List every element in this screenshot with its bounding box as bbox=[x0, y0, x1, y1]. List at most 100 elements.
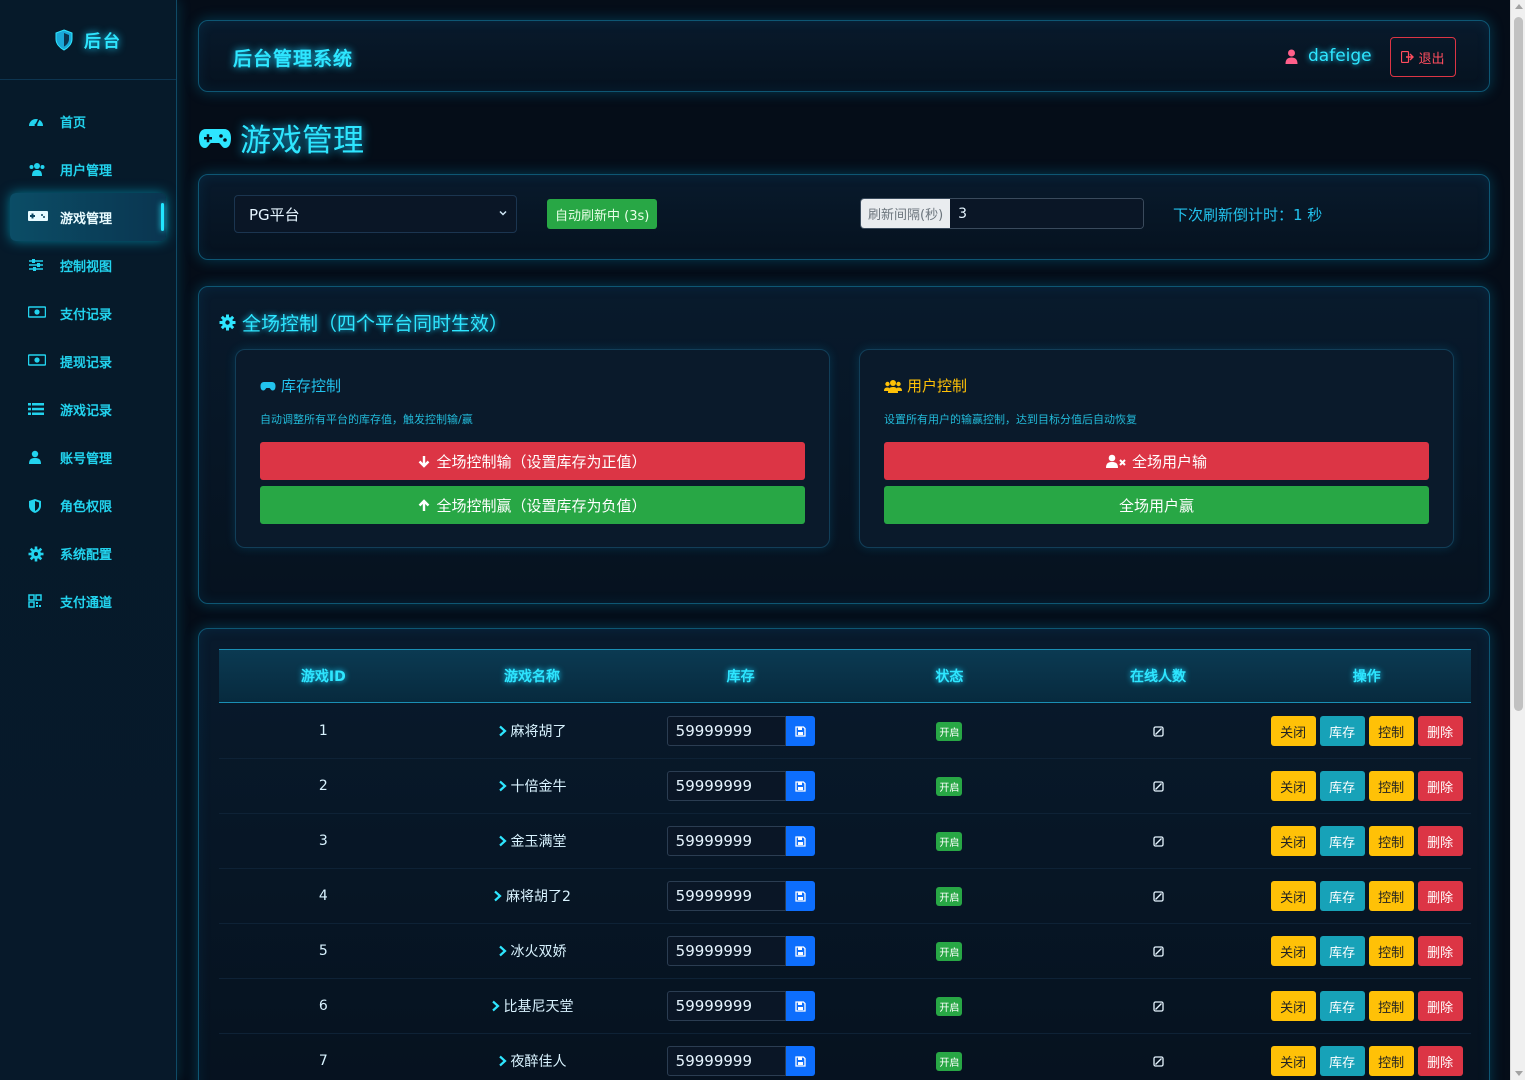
control-game-button[interactable]: 控制 bbox=[1368, 716, 1414, 746]
sidebar-item-label: 支付通道 bbox=[60, 595, 113, 611]
sidebar-item-1[interactable]: 用户管理 bbox=[0, 145, 176, 193]
auto-refresh-badge[interactable]: 自动刷新中 (3s) bbox=[547, 199, 658, 229]
stock-game-button[interactable]: 库存 bbox=[1319, 1046, 1365, 1076]
stock-control-card: 库存控制 自动调整所有平台的库存值，触发控制输/赢 全场控制输（设置库存为正值）… bbox=[235, 349, 830, 548]
platform-select[interactable]: PG平台 bbox=[234, 195, 517, 233]
game-name-cell[interactable]: 金玉满堂 bbox=[428, 831, 637, 851]
user-control-card: 用户控制 设置所有用户的输赢控制，达到目标分值后自动恢复 全场用户输 全场用户赢 bbox=[859, 349, 1454, 548]
gear-icon bbox=[219, 314, 236, 331]
save-stock-button[interactable] bbox=[785, 716, 815, 746]
refresh-interval-input[interactable]: 3 bbox=[950, 199, 1143, 228]
stock-input[interactable]: 59999999 bbox=[666, 936, 786, 966]
close-game-button[interactable]: 关闭 bbox=[1270, 936, 1316, 966]
stock-input[interactable]: 59999999 bbox=[666, 826, 786, 856]
close-game-button[interactable]: 关闭 bbox=[1270, 826, 1316, 856]
sidebar-item-9[interactable]: 系统配置 bbox=[0, 529, 176, 577]
gamepad-icon bbox=[28, 210, 48, 224]
game-name-cell[interactable]: 比基尼天堂 bbox=[428, 996, 637, 1016]
status-cell: 开启 bbox=[845, 776, 1054, 796]
delete-game-button[interactable]: 删除 bbox=[1417, 881, 1463, 911]
close-game-button[interactable]: 关闭 bbox=[1270, 1046, 1316, 1076]
game-name-cell[interactable]: 夜醉佳人 bbox=[428, 1051, 637, 1071]
sidebar-item-10[interactable]: 支付通道 bbox=[0, 577, 176, 625]
control-game-button[interactable]: 控制 bbox=[1368, 881, 1414, 911]
stock-cell: 59999999 bbox=[636, 716, 845, 746]
logout-label: 退出 bbox=[1418, 51, 1445, 67]
actions-cell: 关闭 库存 控制 删除 bbox=[1262, 881, 1471, 911]
delete-game-button[interactable]: 删除 bbox=[1417, 1046, 1463, 1076]
scroll-thumb[interactable] bbox=[1514, 17, 1523, 711]
logout-button[interactable]: 退出 bbox=[1390, 37, 1456, 77]
stock-game-button[interactable]: 库存 bbox=[1319, 826, 1365, 856]
stock-input[interactable]: 59999999 bbox=[666, 716, 786, 746]
brand[interactable]: 后台 bbox=[0, 0, 176, 80]
table-row: 2 十倍金牛 59999999 开启 关闭 库存 控制 删除 bbox=[219, 759, 1471, 814]
user-control-title-text: 用户控制 bbox=[907, 377, 968, 395]
game-name-cell[interactable]: 十倍金牛 bbox=[428, 776, 637, 796]
sidebar-item-2[interactable]: 游戏管理 bbox=[10, 193, 166, 241]
chevron-right-icon bbox=[498, 1055, 507, 1067]
save-icon bbox=[795, 725, 806, 737]
control-game-button[interactable]: 控制 bbox=[1368, 771, 1414, 801]
global-control-lose-label: 全场控制输（设置库存为正值） bbox=[436, 452, 647, 471]
stock-input[interactable]: 59999999 bbox=[666, 1046, 786, 1076]
qrcode-icon bbox=[28, 594, 44, 608]
stock-game-button[interactable]: 库存 bbox=[1319, 936, 1365, 966]
close-game-button[interactable]: 关闭 bbox=[1270, 991, 1316, 1021]
global-control-win-button[interactable]: 全场控制赢（设置库存为负值） bbox=[260, 486, 805, 524]
delete-game-button[interactable]: 删除 bbox=[1417, 991, 1463, 1021]
header-title: 后台管理系统 bbox=[233, 48, 354, 70]
page-title: 游戏管理 bbox=[198, 115, 364, 160]
all-users-win-button[interactable]: 全场用户赢 bbox=[884, 486, 1429, 524]
sidebar-item-6[interactable]: 游戏记录 bbox=[0, 385, 176, 433]
game-id: 2 bbox=[318, 778, 328, 794]
stock-input[interactable]: 59999999 bbox=[666, 991, 786, 1021]
delete-game-button[interactable]: 删除 bbox=[1417, 716, 1463, 746]
global-control-lose-button[interactable]: 全场控制输（设置库存为正值） bbox=[260, 442, 805, 480]
stock-game-button[interactable]: 库存 bbox=[1319, 771, 1365, 801]
game-name-cell[interactable]: 麻将胡了2 bbox=[428, 886, 637, 906]
sidebar-item-7[interactable]: 账号管理 bbox=[0, 433, 176, 481]
save-stock-button[interactable] bbox=[785, 771, 815, 801]
save-stock-button[interactable] bbox=[785, 991, 815, 1021]
sliders-icon bbox=[28, 258, 44, 272]
game-name-cell[interactable]: 冰火双娇 bbox=[428, 941, 637, 961]
scroll-up-arrow[interactable] bbox=[1515, 4, 1523, 9]
sidebar-item-8[interactable]: 角色权限 bbox=[0, 481, 176, 529]
sidebar-item-5[interactable]: 提现记录 bbox=[0, 337, 176, 385]
scroll-down-arrow[interactable] bbox=[1515, 1071, 1523, 1076]
page-scrollbar[interactable] bbox=[1510, 0, 1525, 1080]
actions-cell: 关闭 库存 控制 删除 bbox=[1262, 936, 1471, 966]
control-game-button[interactable]: 控制 bbox=[1368, 936, 1414, 966]
stock-group: 59999999 bbox=[666, 991, 815, 1021]
control-game-button[interactable]: 控制 bbox=[1368, 1046, 1414, 1076]
sidebar-item-3[interactable]: 控制视图 bbox=[0, 241, 176, 289]
stock-game-button[interactable]: 库存 bbox=[1319, 991, 1365, 1021]
control-game-button[interactable]: 控制 bbox=[1368, 826, 1414, 856]
all-users-lose-button[interactable]: 全场用户输 bbox=[884, 442, 1429, 480]
stock-input[interactable]: 59999999 bbox=[666, 771, 786, 801]
game-name-cell[interactable]: 麻将胡了 bbox=[428, 721, 637, 741]
close-game-button[interactable]: 关闭 bbox=[1270, 881, 1316, 911]
sidebar-item-0[interactable]: 首页 bbox=[0, 97, 176, 145]
save-stock-button[interactable] bbox=[785, 826, 815, 856]
save-stock-button[interactable] bbox=[785, 1046, 815, 1076]
gear-icon bbox=[28, 546, 44, 562]
sidebar-item-label: 首页 bbox=[60, 115, 87, 131]
save-stock-button[interactable] bbox=[785, 881, 815, 911]
delete-game-button[interactable]: 删除 bbox=[1417, 771, 1463, 801]
stock-game-button[interactable]: 库存 bbox=[1319, 716, 1365, 746]
control-game-button[interactable]: 控制 bbox=[1368, 991, 1414, 1021]
close-game-button[interactable]: 关闭 bbox=[1270, 771, 1316, 801]
column-header: 游戏名称 bbox=[504, 669, 560, 685]
status-badge: 开启 bbox=[936, 996, 963, 1016]
stock-input[interactable]: 59999999 bbox=[666, 881, 786, 911]
game-name: 夜醉佳人 bbox=[510, 1054, 567, 1070]
stock-game-button[interactable]: 库存 bbox=[1319, 881, 1365, 911]
delete-game-button[interactable]: 删除 bbox=[1417, 826, 1463, 856]
sidebar-item-4[interactable]: 支付记录 bbox=[0, 289, 176, 337]
stock-control-title: 库存控制 bbox=[260, 375, 341, 396]
delete-game-button[interactable]: 删除 bbox=[1417, 936, 1463, 966]
save-stock-button[interactable] bbox=[785, 936, 815, 966]
close-game-button[interactable]: 关闭 bbox=[1270, 716, 1316, 746]
